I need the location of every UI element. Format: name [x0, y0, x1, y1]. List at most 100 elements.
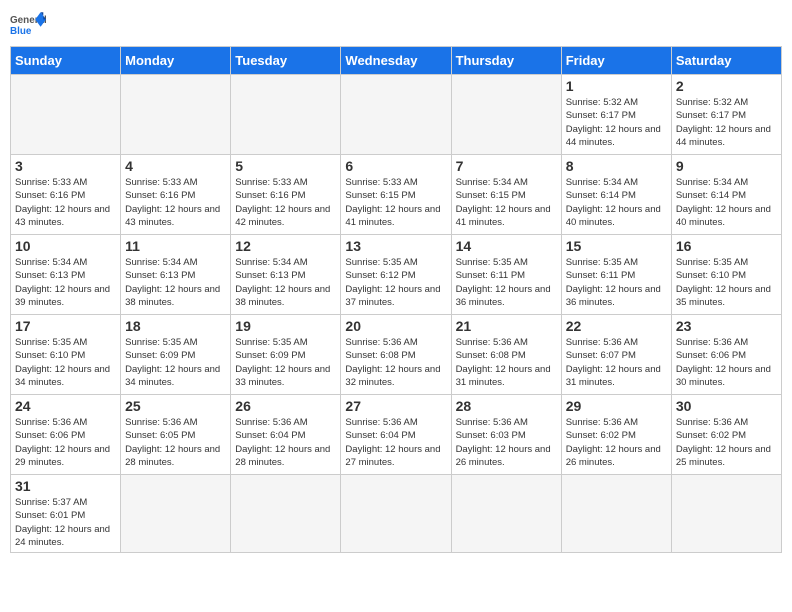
calendar-cell	[671, 475, 781, 553]
sun-info: Sunrise: 5:36 AMSunset: 6:06 PMDaylight:…	[676, 336, 777, 389]
calendar-cell: 8 Sunrise: 5:34 AMSunset: 6:14 PMDaylight…	[561, 155, 671, 235]
calendar-cell: 9Sunrise: 5:34 AMSunset: 6:14 PMDaylight…	[671, 155, 781, 235]
day-header-wednesday: Wednesday	[341, 47, 451, 75]
calendar-cell: 24 Sunrise: 5:36 AMSunset: 6:06 PMDayligh…	[11, 395, 121, 475]
day-header-sunday: Sunday	[11, 47, 121, 75]
calendar-cell: 6 Sunrise: 5:33 AMSunset: 6:15 PMDaylight…	[341, 155, 451, 235]
sun-info: Sunrise: 5:35 AMSunset: 6:09 PMDaylight:…	[235, 336, 336, 389]
day-number: 7	[456, 158, 557, 174]
calendar-cell: 14 Sunrise: 5:35 AMSunset: 6:11 PMDayligh…	[451, 235, 561, 315]
day-number: 2	[676, 78, 777, 94]
day-number: 17	[15, 318, 116, 334]
sun-info: Sunrise: 5:33 AMSunset: 6:16 PMDaylight:…	[15, 176, 116, 229]
day-number: 30	[676, 398, 777, 414]
logo: General Blue	[10, 10, 46, 38]
calendar-week-4: 17Sunrise: 5:35 AMSunset: 6:10 PMDayligh…	[11, 315, 782, 395]
sun-info: Sunrise: 5:36 AMSunset: 6:02 PMDaylight:…	[566, 416, 667, 469]
calendar-cell: 22 Sunrise: 5:36 AMSunset: 6:07 PMDayligh…	[561, 315, 671, 395]
day-number: 13	[345, 238, 446, 254]
day-number: 26	[235, 398, 336, 414]
day-number: 20	[345, 318, 446, 334]
svg-text:Blue: Blue	[10, 26, 32, 37]
calendar-cell: 5Sunrise: 5:33 AMSunset: 6:16 PMDaylight…	[231, 155, 341, 235]
calendar-cell	[11, 75, 121, 155]
sun-info: Sunrise: 5:36 AMSunset: 6:03 PMDaylight:…	[456, 416, 557, 469]
day-header-friday: Friday	[561, 47, 671, 75]
day-number: 27	[345, 398, 446, 414]
calendar-cell: 28 Sunrise: 5:36 AMSunset: 6:03 PMDayligh…	[451, 395, 561, 475]
day-number: 11	[125, 238, 226, 254]
calendar-week-2: 3Sunrise: 5:33 AMSunset: 6:16 PMDaylight…	[11, 155, 782, 235]
day-number: 10	[15, 238, 116, 254]
sun-info: Sunrise: 5:34 AMSunset: 6:13 PMDaylight:…	[125, 256, 226, 309]
day-number: 14	[456, 238, 557, 254]
calendar-week-3: 10 Sunrise: 5:34 AMSunset: 6:13 PMDayligh…	[11, 235, 782, 315]
sun-info: Sunrise: 5:35 AMSunset: 6:11 PMDaylight:…	[456, 256, 557, 309]
sun-info: Sunrise: 5:36 AMSunset: 6:07 PMDaylight:…	[566, 336, 667, 389]
day-number: 15	[566, 238, 667, 254]
sun-info: Sunrise: 5:36 AMSunset: 6:08 PMDaylight:…	[345, 336, 446, 389]
calendar-cell: 26 Sunrise: 5:36 AMSunset: 6:04 PMDayligh…	[231, 395, 341, 475]
calendar-week-1: 1Sunrise: 5:32 AMSunset: 6:17 PMDaylight…	[11, 75, 782, 155]
sun-info: Sunrise: 5:34 AMSunset: 6:14 PMDaylight:…	[566, 176, 667, 229]
calendar-cell: 19Sunrise: 5:35 AMSunset: 6:09 PMDayligh…	[231, 315, 341, 395]
day-number: 1	[566, 78, 667, 94]
sun-info: Sunrise: 5:36 AMSunset: 6:04 PMDaylight:…	[345, 416, 446, 469]
calendar-cell	[451, 475, 561, 553]
sun-info: Sunrise: 5:36 AMSunset: 6:04 PMDaylight:…	[235, 416, 336, 469]
day-header-thursday: Thursday	[451, 47, 561, 75]
calendar-cell: 18Sunrise: 5:35 AMSunset: 6:09 PMDayligh…	[121, 315, 231, 395]
sun-info: Sunrise: 5:33 AMSunset: 6:15 PMDaylight:…	[345, 176, 446, 229]
day-number: 18	[125, 318, 226, 334]
sun-info: Sunrise: 5:35 AMSunset: 6:11 PMDaylight:…	[566, 256, 667, 309]
calendar-cell: 16 Sunrise: 5:35 AMSunset: 6:10 PMDayligh…	[671, 235, 781, 315]
calendar-cell: 23 Sunrise: 5:36 AMSunset: 6:06 PMDayligh…	[671, 315, 781, 395]
calendar-cell: 15 Sunrise: 5:35 AMSunset: 6:11 PMDayligh…	[561, 235, 671, 315]
calendar-table: SundayMondayTuesdayWednesdayThursdayFrid…	[10, 46, 782, 553]
calendar-week-5: 24 Sunrise: 5:36 AMSunset: 6:06 PMDayligh…	[11, 395, 782, 475]
sun-info: Sunrise: 5:33 AMSunset: 6:16 PMDaylight:…	[125, 176, 226, 229]
calendar-cell	[231, 75, 341, 155]
day-number: 22	[566, 318, 667, 334]
sun-info: Sunrise: 5:34 AMSunset: 6:13 PMDaylight:…	[15, 256, 116, 309]
day-number: 8	[566, 158, 667, 174]
calendar-cell: 1Sunrise: 5:32 AMSunset: 6:17 PMDaylight…	[561, 75, 671, 155]
day-number: 28	[456, 398, 557, 414]
calendar-cell: 12Sunrise: 5:34 AMSunset: 6:13 PMDayligh…	[231, 235, 341, 315]
day-number: 24	[15, 398, 116, 414]
sun-info: Sunrise: 5:33 AMSunset: 6:16 PMDaylight:…	[235, 176, 336, 229]
day-number: 29	[566, 398, 667, 414]
sun-info: Sunrise: 5:36 AMSunset: 6:08 PMDaylight:…	[456, 336, 557, 389]
calendar-week-6: 31Sunrise: 5:37 AMSunset: 6:01 PMDayligh…	[11, 475, 782, 553]
day-number: 25	[125, 398, 226, 414]
day-number: 9	[676, 158, 777, 174]
calendar-cell: 11 Sunrise: 5:34 AMSunset: 6:13 PMDayligh…	[121, 235, 231, 315]
sun-info: Sunrise: 5:36 AMSunset: 6:05 PMDaylight:…	[125, 416, 226, 469]
sun-info: Sunrise: 5:35 AMSunset: 6:10 PMDaylight:…	[676, 256, 777, 309]
calendar-cell	[121, 75, 231, 155]
calendar-cell	[341, 475, 451, 553]
day-number: 16	[676, 238, 777, 254]
sun-info: Sunrise: 5:36 AMSunset: 6:06 PMDaylight:…	[15, 416, 116, 469]
calendar-cell: 2Sunrise: 5:32 AMSunset: 6:17 PMDaylight…	[671, 75, 781, 155]
sun-info: Sunrise: 5:34 AMSunset: 6:13 PMDaylight:…	[235, 256, 336, 309]
day-number: 23	[676, 318, 777, 334]
calendar-cell: 30 Sunrise: 5:36 AMSunset: 6:02 PMDayligh…	[671, 395, 781, 475]
day-number: 4	[125, 158, 226, 174]
page-header: General Blue	[10, 10, 782, 38]
day-number: 31	[15, 478, 116, 494]
day-header-tuesday: Tuesday	[231, 47, 341, 75]
calendar-cell: 20 Sunrise: 5:36 AMSunset: 6:08 PMDayligh…	[341, 315, 451, 395]
calendar-cell: 27 Sunrise: 5:36 AMSunset: 6:04 PMDayligh…	[341, 395, 451, 475]
calendar-cell: 31Sunrise: 5:37 AMSunset: 6:01 PMDayligh…	[11, 475, 121, 553]
calendar-cell: 29 Sunrise: 5:36 AMSunset: 6:02 PMDayligh…	[561, 395, 671, 475]
day-number: 6	[345, 158, 446, 174]
calendar-cell: 10 Sunrise: 5:34 AMSunset: 6:13 PMDayligh…	[11, 235, 121, 315]
calendar-cell	[121, 475, 231, 553]
day-header-monday: Monday	[121, 47, 231, 75]
days-header-row: SundayMondayTuesdayWednesdayThursdayFrid…	[11, 47, 782, 75]
sun-info: Sunrise: 5:36 AMSunset: 6:02 PMDaylight:…	[676, 416, 777, 469]
calendar-cell	[231, 475, 341, 553]
calendar-cell: 7Sunrise: 5:34 AMSunset: 6:15 PMDaylight…	[451, 155, 561, 235]
calendar-cell: 25 Sunrise: 5:36 AMSunset: 6:05 PMDayligh…	[121, 395, 231, 475]
